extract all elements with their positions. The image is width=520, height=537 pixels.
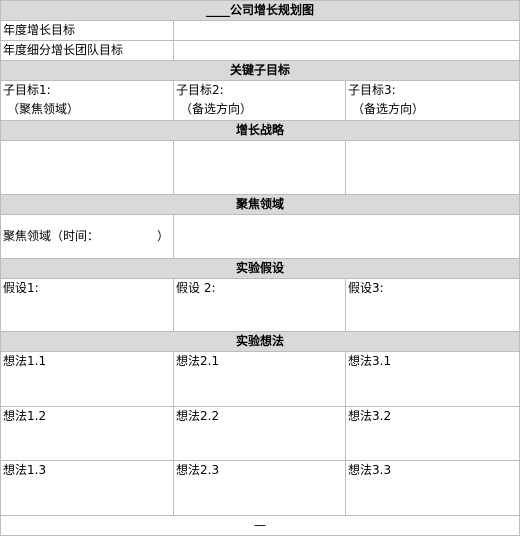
idea-cell[interactable]: 想法3.1: [344, 351, 520, 407]
idea-cell[interactable]: 想法3.2: [344, 406, 520, 461]
title-cell[interactable]: ____公司增长规划图: [0, 0, 520, 21]
hypotheses-header[interactable]: 实验假设: [0, 258, 520, 279]
subgoal-note: （聚焦领域）: [7, 102, 80, 116]
idea-label: 想法3.1: [348, 354, 392, 368]
focus-label-prefix: 聚焦领域（时间：: [3, 229, 100, 243]
subgoal-note: （备选方向）: [180, 102, 253, 116]
growth-plan-sheet: ____公司增长规划图 年度增长目标 年度细分增长团队目标 关键子目标 子目标1…: [0, 0, 520, 536]
page-title: 公司增长规划图: [230, 3, 315, 17]
focus-header[interactable]: 聚焦领域: [0, 194, 520, 215]
strategy-header[interactable]: 增长战略: [0, 120, 520, 141]
title-blank: ____: [206, 3, 230, 17]
idea-label: 想法1.3: [3, 463, 47, 477]
idea-cell[interactable]: 想法2.1: [173, 351, 346, 407]
ideas-header[interactable]: 实验想法: [0, 331, 520, 352]
annual-team-target-value[interactable]: [172, 40, 520, 61]
strategy-cell-1[interactable]: [0, 140, 174, 195]
idea-label: 想法2.1: [176, 354, 220, 368]
idea-label: 想法3.3: [348, 463, 392, 477]
focus-value-cell[interactable]: [172, 214, 520, 259]
hypothesis-label: 假设3:: [348, 281, 384, 295]
hypothesis-label: 假设1:: [3, 281, 39, 295]
idea-label: 想法2.3: [176, 463, 220, 477]
hypothesis-cell-1[interactable]: 假设1:: [0, 278, 174, 332]
idea-cell[interactable]: 想法1.1: [0, 351, 174, 407]
subgoal-cell-3[interactable]: 子目标3: （备选方向）: [344, 80, 520, 121]
hypothesis-cell-3[interactable]: 假设3:: [344, 278, 520, 332]
strategy-cell-3[interactable]: [344, 140, 520, 195]
idea-cell[interactable]: 想法1.3: [0, 460, 174, 516]
idea-cell[interactable]: 想法1.2: [0, 406, 174, 461]
subgoal-label: 子目标2:: [176, 83, 224, 97]
hypothesis-label: 假设 2:: [176, 281, 216, 295]
focus-label-suffix: ）: [157, 229, 170, 243]
focus-label-cell[interactable]: 聚焦领域（时间： ）: [0, 214, 174, 259]
subgoal-cell-1[interactable]: 子目标1: （聚焦领域）: [0, 80, 174, 121]
annual-growth-target-label[interactable]: 年度增长目标: [0, 20, 174, 41]
idea-cell[interactable]: 想法3.3: [344, 460, 520, 516]
growth-plan-table: ____公司增长规划图 年度增长目标 年度细分增长团队目标 关键子目标 子目标1…: [0, 0, 520, 536]
key-subgoals-header[interactable]: 关键子目标: [0, 60, 520, 81]
footer-cell[interactable]: —: [0, 515, 520, 536]
idea-label: 想法1.2: [3, 409, 47, 423]
subgoal-note: （备选方向）: [352, 102, 425, 116]
subgoal-cell-2[interactable]: 子目标2: （备选方向）: [173, 80, 346, 121]
idea-cell[interactable]: 想法2.2: [173, 406, 346, 461]
annual-team-target-label[interactable]: 年度细分增长团队目标: [0, 40, 174, 61]
hypothesis-cell-2[interactable]: 假设 2:: [173, 278, 346, 332]
annual-growth-target-value[interactable]: [172, 20, 520, 41]
idea-cell[interactable]: 想法2.3: [173, 460, 346, 516]
strategy-cell-2[interactable]: [173, 140, 346, 195]
subgoal-label: 子目标3:: [348, 83, 396, 97]
idea-label: 想法1.1: [3, 354, 47, 368]
idea-label: 想法3.2: [348, 409, 392, 423]
idea-label: 想法2.2: [176, 409, 220, 423]
footer-text: —: [254, 518, 267, 532]
subgoal-label: 子目标1:: [3, 83, 51, 97]
